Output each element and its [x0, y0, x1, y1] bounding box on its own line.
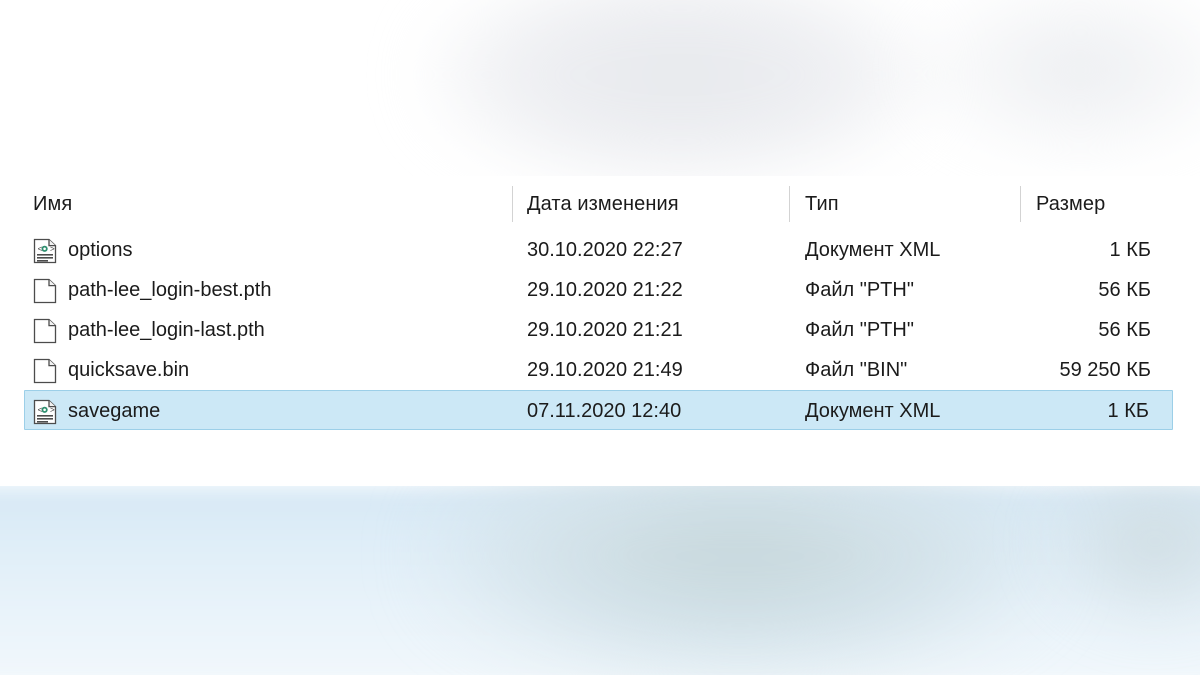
file-size: 56 КБ — [1098, 279, 1151, 301]
table-row[interactable]: path-lee_login-best.pth 29.10.2020 21:22… — [0, 270, 1200, 310]
file-size: 1 КБ — [1107, 400, 1149, 422]
column-header-size[interactable]: Размер — [1036, 193, 1105, 216]
backdrop-top-strip — [0, 0, 1200, 14]
file-rows: < > options 30.10.2020 22:27 Документ XM… — [0, 230, 1200, 430]
table-row[interactable]: < > options 30.10.2020 22:27 Документ XM… — [0, 230, 1200, 270]
backdrop-blur-bottom — [0, 486, 1200, 675]
column-divider-3[interactable] — [1020, 186, 1021, 222]
backdrop-blur-top-right — [900, 0, 1200, 170]
table-row-selected[interactable]: < > savegame 07.11.2020 12:40 Документ X… — [24, 390, 1173, 430]
file-size: 56 КБ — [1098, 319, 1151, 341]
column-divider-2[interactable] — [789, 186, 790, 222]
backdrop-blur-top — [420, 0, 940, 190]
column-divider-1[interactable] — [512, 186, 513, 222]
backdrop-blur-bottom-center — [430, 470, 1050, 675]
column-header-row: Имя Дата изменения Тип Размер — [0, 176, 1200, 230]
table-row[interactable]: quicksave.bin 29.10.2020 21:49 Файл "BIN… — [0, 350, 1200, 390]
file-size: 1 КБ — [1109, 239, 1151, 261]
screen: Имя Дата изменения Тип Размер < > option… — [0, 0, 1200, 675]
file-size: 59 250 КБ — [1059, 359, 1151, 381]
column-header-name[interactable]: Имя — [33, 193, 72, 216]
column-header-date-modified[interactable]: Дата изменения — [527, 193, 679, 216]
file-list-view[interactable]: Имя Дата изменения Тип Размер < > option… — [0, 176, 1200, 486]
backdrop-blur-bottom-right — [1040, 480, 1200, 630]
table-row[interactable]: path-lee_login-last.pth 29.10.2020 21:21… — [0, 310, 1200, 350]
column-header-type[interactable]: Тип — [805, 193, 839, 216]
